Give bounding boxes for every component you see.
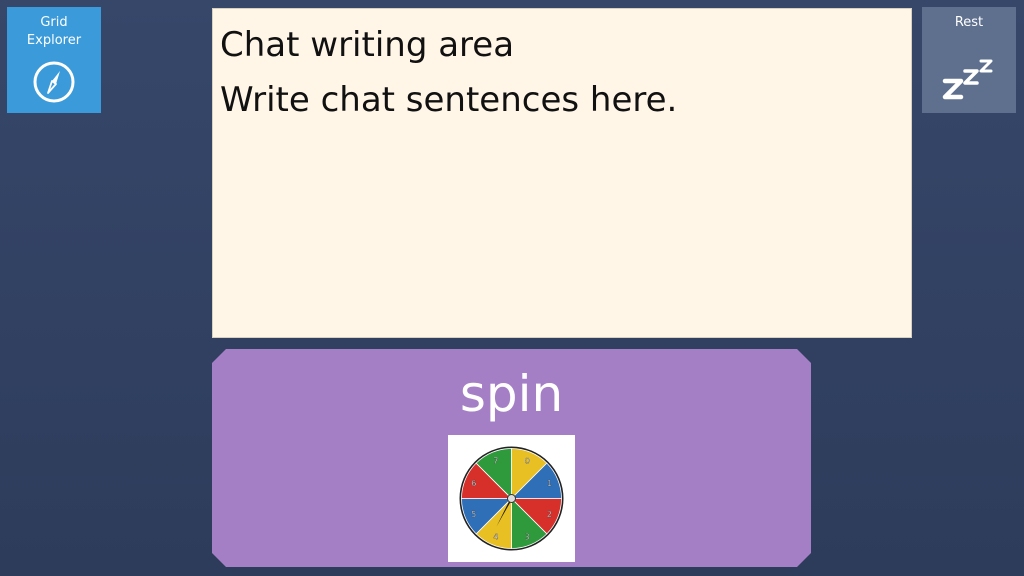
zzz-icon (942, 59, 993, 100)
wheel-number: 5 (471, 510, 476, 519)
wheel-number: 4 (493, 532, 498, 541)
rest-label: Rest (954, 15, 984, 30)
wheel-number: 2 (547, 510, 552, 519)
wheel-number: 0 (525, 457, 530, 466)
chat-writing-area[interactable]: Chat writing area Write chat sentences h… (212, 8, 912, 338)
wheel-number: 6 (471, 479, 476, 488)
spin-button[interactable]: spin 0 1 2 3 4 5 6 7 (212, 349, 811, 567)
grid-explorer-button[interactable]: Grid Explorer (7, 7, 101, 113)
wheel-number: 1 (547, 479, 552, 488)
wheel-hub (507, 494, 516, 503)
spin-label: spin (459, 365, 564, 423)
wheel-number: 3 (525, 532, 530, 541)
spinner-wheel-icon: 0 1 2 3 4 5 6 7 (459, 446, 564, 551)
chat-line-instruction: Write chat sentences here. (220, 80, 678, 120)
compass-icon (33, 61, 75, 103)
spinner-wheel-picture: 0 1 2 3 4 5 6 7 (448, 435, 575, 562)
chat-line-title: Chat writing area (220, 25, 515, 65)
rest-button[interactable]: Rest (922, 7, 1016, 113)
grid-explorer-label: Grid Explorer (26, 15, 82, 48)
wheel-number: 7 (493, 457, 498, 466)
